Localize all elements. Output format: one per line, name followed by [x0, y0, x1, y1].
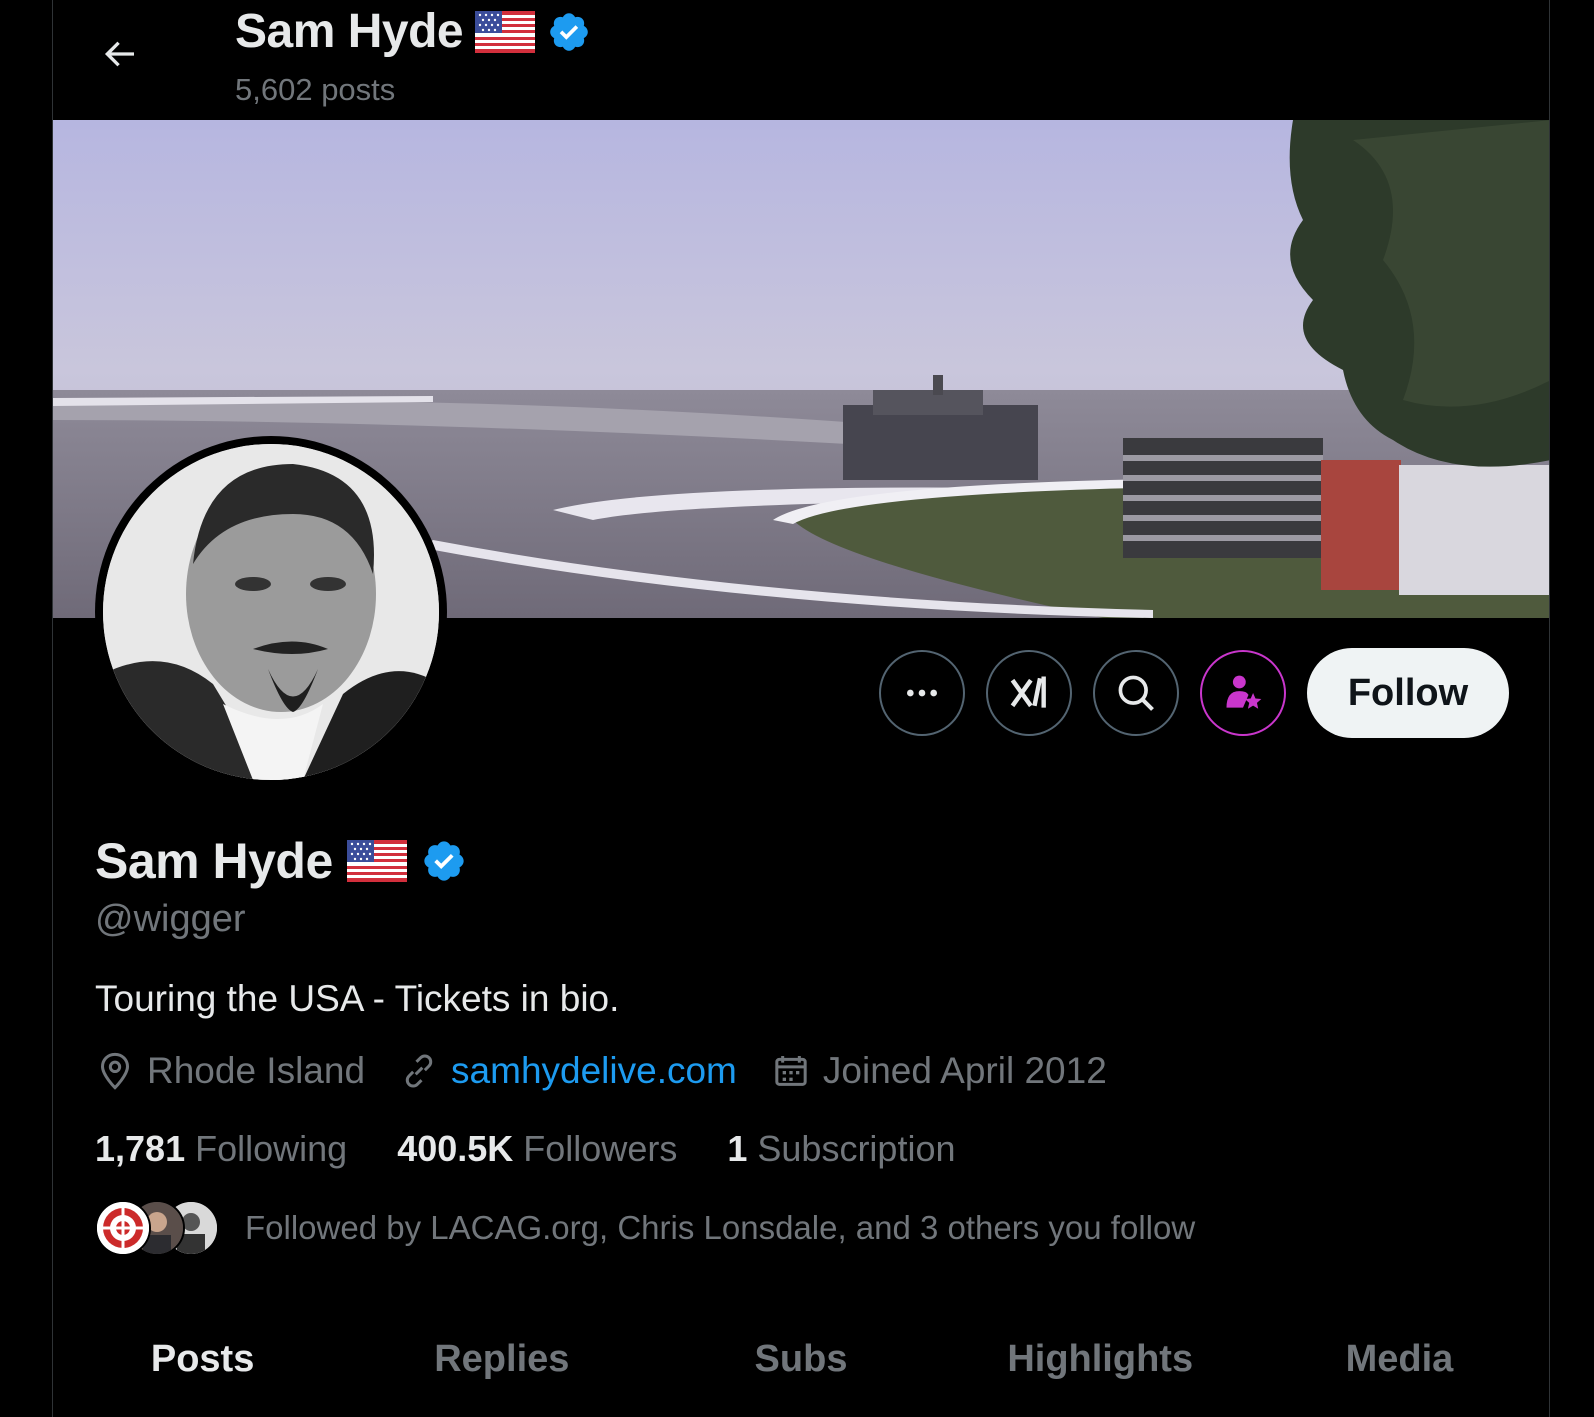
- more-icon: [907, 689, 937, 697]
- followed-by[interactable]: Followed by LACAG.org, Chris Lonsdale, a…: [95, 1200, 1195, 1256]
- joined-text: Joined April 2012: [822, 1050, 1107, 1091]
- tab-replies[interactable]: Replies: [352, 1320, 651, 1417]
- subscribe-button[interactable]: [1200, 650, 1286, 736]
- website-link[interactable]: samhydelive.com: [451, 1050, 737, 1092]
- website-item: samhydelive.com: [399, 1050, 737, 1092]
- subscription-count: 1: [727, 1128, 748, 1169]
- profile-column: Sam Hyde 5,602 posts Follow Sam Hyde @wi…: [52, 0, 1550, 1417]
- top-header: Sam Hyde 5,602 posts: [53, 0, 1549, 120]
- subscribe-person-star-icon: [1226, 675, 1262, 709]
- tab-media[interactable]: Media: [1250, 1320, 1549, 1417]
- profile-tabs: Posts Replies Subs Highlights Media: [53, 1320, 1549, 1417]
- location-text: Rhode Island: [147, 1050, 366, 1091]
- followed-by-text: Followed by LACAG.org, Chris Lonsdale, a…: [245, 1209, 1196, 1246]
- avatar: [103, 444, 439, 780]
- us-flag-icon: [475, 10, 536, 53]
- following-stat[interactable]: 1,781 Following: [95, 1128, 347, 1170]
- profile-handle: @wigger: [95, 898, 246, 940]
- following-label: Following: [195, 1128, 348, 1169]
- follow-button[interactable]: Follow: [1307, 648, 1509, 738]
- back-button[interactable]: [95, 30, 143, 78]
- header-name-row: Sam Hyde: [235, 4, 591, 59]
- more-button[interactable]: [879, 650, 965, 736]
- subscription-stat[interactable]: 1 Subscription: [727, 1128, 955, 1170]
- page-right-margin: [1550, 0, 1594, 1417]
- location-pin-icon: [100, 1052, 130, 1090]
- search-icon: [1118, 675, 1154, 711]
- header-name: Sam Hyde: [235, 5, 464, 58]
- profile-stats: 1,781 Following 400.5K Followers 1 Subsc…: [95, 1128, 1006, 1170]
- verified-badge-icon: [550, 12, 588, 51]
- followed-by-avatars: [95, 1200, 225, 1256]
- followers-label: Followers: [523, 1128, 678, 1169]
- subscription-label: Subscription: [757, 1128, 956, 1169]
- grok-button[interactable]: [986, 650, 1072, 736]
- grok-icon: [1010, 676, 1046, 708]
- profile-actions: Follow: [879, 648, 1509, 738]
- followers-stat[interactable]: 400.5K Followers: [397, 1128, 677, 1170]
- profile-avatar[interactable]: [95, 436, 447, 788]
- link-icon: [405, 1054, 433, 1088]
- verified-badge-icon[interactable]: [421, 838, 467, 884]
- profile-bio: Touring the USA - Tickets in bio.: [95, 978, 620, 1019]
- followers-count: 400.5K: [397, 1128, 514, 1169]
- joined-item: Joined April 2012: [771, 1050, 1107, 1092]
- us-flag-icon: [346, 840, 407, 882]
- profile-name: Sam Hyde: [95, 833, 333, 889]
- avatar-image: [103, 444, 439, 780]
- tab-highlights[interactable]: Highlights: [951, 1320, 1250, 1417]
- avatar: [95, 1200, 151, 1256]
- header-posts-count: 5,602 posts: [235, 72, 396, 107]
- tab-subs[interactable]: Subs: [651, 1320, 950, 1417]
- search-profile-button[interactable]: [1093, 650, 1179, 736]
- following-count: 1,781: [95, 1128, 186, 1169]
- location-item: Rhode Island: [95, 1050, 365, 1092]
- calendar-icon: [775, 1056, 807, 1086]
- profile-meta: Rhode Island samhydelive.com Joined Apri…: [95, 1050, 1141, 1092]
- tab-posts[interactable]: Posts: [53, 1320, 352, 1417]
- arrow-left-icon: [104, 41, 134, 67]
- profile-name-row: Sam Hyde: [95, 832, 467, 890]
